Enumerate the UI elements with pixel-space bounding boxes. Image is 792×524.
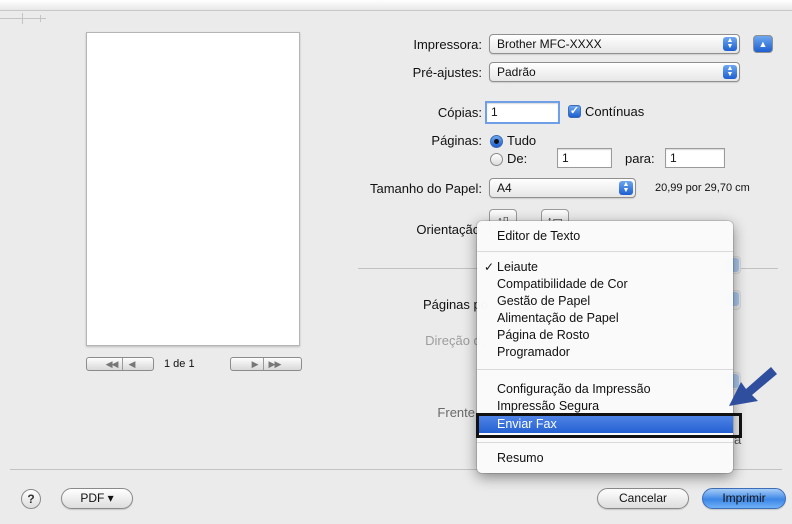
orientation-label: Orientação [416,222,480,237]
menu-item-alimentacao-de-papel[interactable]: Alimentação de Papel [477,310,733,327]
menu-item-pagina-de-rosto[interactable]: Página de Rosto [477,327,733,344]
first-page-icon[interactable]: ◀◀ [101,359,123,370]
callout-arrow-icon [729,367,777,406]
disclosure-collapse-button[interactable]: ▲ [753,35,773,53]
paper-size-dimensions: 20,99 por 29,70 cm [655,182,750,194]
presets-label: Pré-ajustes: [412,65,482,80]
pages-to-label: para: [625,151,655,166]
triangle-up-icon: ▲ [758,39,768,49]
page-preview [86,32,300,346]
preview-back-buttons[interactable]: ◀◀ ◀ [86,357,154,371]
printer-popup[interactable]: Brother MFC-XXXX ▲ ▼ [489,34,740,54]
menu-separator [477,251,733,252]
pdf-menu-button[interactable]: PDF ▾ [61,488,133,509]
cancel-button[interactable]: Cancelar [597,488,689,509]
checkmark-icon: ✓ [484,260,495,274]
last-page-icon[interactable]: ▶▶ [264,359,286,370]
highlight-box [476,413,742,438]
printer-label: Impressora: [413,37,482,52]
help-button[interactable]: ? [21,489,41,509]
preview-forward-buttons[interactable]: ▶ ▶▶ [230,357,302,371]
popup-arrows-icon: ▲ ▼ [619,181,633,195]
paper-size-popup[interactable]: A4 ▲ ▼ [489,178,636,198]
menu-item-programador[interactable]: Programador [477,344,733,361]
pages-all-label: Tudo [507,133,537,148]
presets-popup[interactable]: Padrão ▲ ▼ [489,62,740,82]
copies-label: Cópias: [437,105,482,120]
pages-per-sheet-label: Páginas po [422,297,488,312]
layout-direction-label: Direção do [425,333,488,348]
background-ruler-fragment [0,10,60,32]
menu-item-configuracao-da-impressao[interactable]: Configuração da Impressão [477,381,733,398]
paper-size-value: A4 [497,181,512,195]
popup-arrows-icon: ▲ ▼ [723,65,737,79]
copies-field[interactable]: 1 [485,101,560,124]
pages-all-radio[interactable] [490,135,503,148]
menu-item-leiaute[interactable]: ✓ Leiaute [477,259,733,276]
menu-item-editor-de-texto[interactable]: Editor de Texto [477,228,733,245]
menu-item-compatibilidade-de-cor[interactable]: Compatibilidade de Cor [477,276,733,293]
pages-from-field[interactable]: 1 [557,148,612,168]
menu-separator [477,442,733,443]
pages-from-label: De: [507,151,528,166]
menu-item-resumo[interactable]: Resumo [477,450,733,467]
popup-arrows-icon: ▲ ▼ [723,37,737,51]
next-page-icon[interactable]: ▶ [247,359,263,370]
collated-label: Contínuas [585,104,645,119]
menu-item-gestao-de-papel[interactable]: Gestão de Papel [477,293,733,310]
paper-size-label: Tamanho do Papel: [369,181,482,196]
pages-label: Páginas: [431,133,482,148]
previous-page-icon[interactable]: ◀ [123,359,139,370]
window-top-edge [0,0,792,11]
pages-to-field[interactable]: 1 [665,148,725,168]
pages-range-radio[interactable] [490,153,503,166]
presets-value: Padrão [497,65,536,79]
printer-value: Brother MFC-XXXX [497,37,602,51]
preview-page-indicator: 1 de 1 [164,358,195,370]
menu-separator [477,369,733,370]
collated-checkbox[interactable]: ✓ [568,105,581,118]
print-button[interactable]: Imprimir [702,488,786,509]
two-sided-label: Frente [437,405,475,420]
